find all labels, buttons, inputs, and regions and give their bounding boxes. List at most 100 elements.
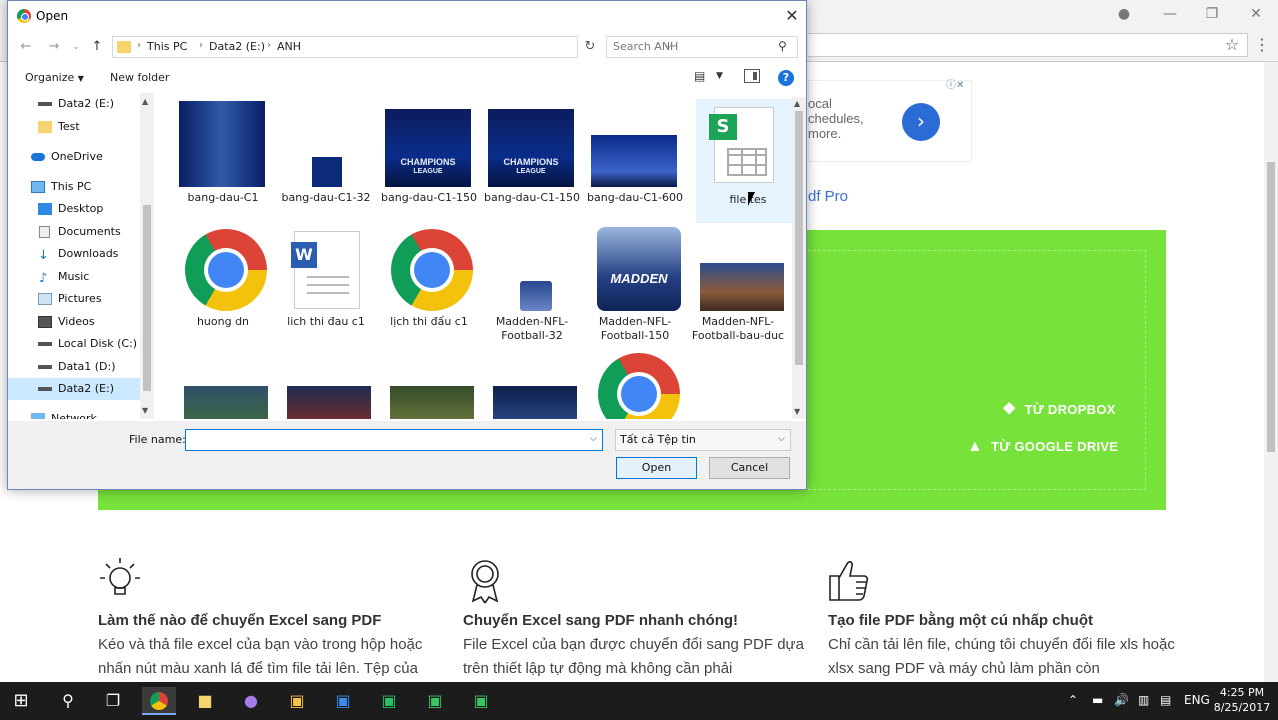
file-item[interactable]: Madden-NFL-Football-bau-duc	[686, 225, 786, 349]
close-icon[interactable]: ✕	[1244, 4, 1268, 24]
sidebar-item-pictures[interactable]: Pictures	[8, 288, 140, 310]
new-folder-button[interactable]: New folder	[110, 71, 169, 84]
pro-link[interactable]: df Pro	[808, 188, 848, 205]
chrome-icon[interactable]	[598, 353, 680, 419]
clock[interactable]: 4:25 PM 8/25/2017	[1212, 685, 1272, 715]
navigation-scrollbar[interactable]: ▲ ▼	[140, 93, 154, 419]
image-thumbnail[interactable]	[390, 386, 474, 419]
sidebar-item-network[interactable]: Network	[8, 408, 140, 419]
network-tray-icon[interactable]: ▥	[1138, 693, 1149, 707]
file-list-scrollbar[interactable]: ▲ ▼	[792, 97, 806, 419]
dialog-close-icon[interactable]: ✕	[780, 5, 804, 27]
dialog-title-bar[interactable]: Open ✕	[8, 1, 806, 31]
sidebar-item-label: Data2 (E:)	[58, 382, 114, 395]
dropbox-button[interactable]: ❖ TỪ DROPBOX	[1002, 399, 1116, 419]
image-thumbnail[interactable]	[287, 386, 371, 419]
address-bar[interactable]	[808, 33, 1248, 57]
image-thumbnail: MADDEN	[597, 227, 681, 311]
sidebar-item-label: OneDrive	[51, 150, 103, 163]
task-view-icon[interactable]: ❐	[96, 687, 130, 715]
cancel-button[interactable]: Cancel	[709, 457, 790, 479]
battery-icon[interactable]: ▬	[1092, 693, 1103, 707]
file-item[interactable]: MADDEN Madden-NFL-Football-150	[583, 225, 683, 349]
sidebar-item-data2-e[interactable]: Data2 (E:)	[8, 378, 140, 400]
file-item[interactable]: bang-dau-C1-32	[274, 97, 374, 221]
file-item[interactable]: bang-dau-C1-600	[583, 97, 683, 221]
spreadsheet-app-icon[interactable]: ▣	[372, 687, 406, 715]
sidebar-item-local-disk-c[interactable]: Local Disk (C:)	[8, 333, 140, 355]
view-chevron-down-icon[interactable]: ▼	[716, 71, 723, 81]
sidebar-item-label: Network	[51, 412, 97, 419]
google-drive-button[interactable]: ▲ TỪ GOOGLE DRIVE	[967, 438, 1118, 456]
file-type-dropdown-icon[interactable]: ⌵	[778, 434, 785, 444]
breadcrumb-data2[interactable]: Data2 (E:)	[209, 40, 265, 53]
restore-icon[interactable]: ❐	[1200, 4, 1224, 24]
file-item[interactable]: huong dn	[171, 225, 271, 349]
language-indicator[interactable]: ENG	[1184, 693, 1210, 707]
page-scrollbar[interactable]	[1264, 62, 1278, 682]
sidebar-item-this-pc[interactable]: This PC	[8, 176, 140, 198]
sidebar-item-data1-d[interactable]: Data1 (D:)	[8, 356, 140, 378]
clock-date: 8/25/2017	[1213, 701, 1271, 714]
file-name-dropdown-icon[interactable]: ⌵	[590, 434, 597, 444]
file-type-select[interactable]: Tất cả Tệp tin	[615, 429, 791, 451]
search-icon[interactable]: ⚲	[51, 687, 85, 715]
organize-menu[interactable]: Organize ▼	[25, 71, 84, 84]
file-item[interactable]: CHAMPIONS LEAGUE bang-dau-C1-150	[480, 97, 580, 221]
file-name-input[interactable]	[185, 429, 603, 451]
file-item[interactable]: Madden-NFL-Football-32	[480, 225, 580, 349]
sidebar-item-documents[interactable]: Documents	[8, 221, 140, 243]
open-button[interactable]: Open	[616, 457, 697, 479]
tray-chevron-icon[interactable]: ⌃	[1068, 693, 1078, 707]
notifications-icon[interactable]: ▤	[1160, 693, 1171, 707]
cloud-icon	[31, 153, 45, 161]
up-arrow-icon[interactable]: ↑	[87, 37, 107, 57]
sidebar-item-test[interactable]: Test	[8, 116, 140, 138]
file-item[interactable]: S file tes	[696, 99, 792, 223]
sidebar-item-data2-top[interactable]: Data2 (E:)	[8, 93, 140, 115]
file-item[interactable]: CHAMPIONS LEAGUE bang-dau-C1-150	[377, 97, 477, 221]
file-item[interactable]: lịch thi đấu c1	[377, 225, 477, 349]
word-w-icon: W	[291, 242, 317, 268]
volume-icon[interactable]: 🔊	[1114, 693, 1129, 707]
minimize-icon[interactable]: —	[1158, 4, 1182, 24]
view-options-icon[interactable]: ▤	[694, 69, 705, 83]
back-arrow-icon[interactable]: ←	[16, 37, 36, 57]
breadcrumb-this-pc[interactable]: This PC	[147, 40, 187, 53]
bookmark-star-icon[interactable]: ☆	[1222, 35, 1242, 55]
start-windows-icon[interactable]: ⊞	[4, 687, 38, 715]
thumbnail-text: CHAMPIONS	[400, 157, 456, 167]
spreadsheet-s-icon: S	[709, 114, 737, 140]
ad-arrow-icon[interactable]: ›	[902, 103, 940, 141]
camtasia-icon[interactable]: ▣	[418, 687, 452, 715]
sidebar-item-videos[interactable]: Videos	[8, 311, 140, 333]
word-icon[interactable]: ▣	[326, 687, 360, 715]
file-item[interactable]: bang-dau-C1	[171, 97, 271, 221]
camtasia-recorder-icon[interactable]: ▣	[464, 687, 498, 715]
image-thumbnail[interactable]	[184, 386, 268, 419]
sidebar-item-downloads[interactable]: ↓ Downloads	[8, 243, 140, 265]
file-item[interactable]: W lich thi đau c1	[274, 225, 374, 349]
file-explorer-icon[interactable]: ▣	[280, 687, 314, 715]
profile-icon[interactable]: ●	[1112, 4, 1136, 24]
sidebar-item-desktop[interactable]: Desktop	[8, 198, 140, 220]
ad-close-icon[interactable]: ⓘ✕	[946, 80, 972, 92]
preview-pane-icon[interactable]	[744, 69, 760, 83]
breadcrumb-anh[interactable]: ANH	[277, 40, 301, 53]
sidebar-item-music[interactable]: ♪ Music	[8, 266, 140, 288]
help-icon[interactable]: ?	[778, 70, 794, 86]
recent-chevron-icon[interactable]: ⌄	[66, 37, 86, 57]
sidebar-item-label: Data1 (D:)	[58, 360, 116, 373]
search-icon[interactable]: ⚲	[778, 39, 787, 53]
browser-menu-icon[interactable]: ⋮	[1254, 35, 1270, 55]
breadcrumb[interactable]: › This PC › Data2 (E:) › ANH ⌵	[112, 36, 673, 58]
file-explorer-folder-icon[interactable]: ■	[188, 687, 222, 715]
chrome-taskbar-icon[interactable]	[142, 687, 176, 715]
viber-icon[interactable]: ●	[234, 687, 268, 715]
chrome-icon	[17, 9, 31, 23]
refresh-icon[interactable]: ↻	[580, 37, 600, 57]
sidebar-item-onedrive[interactable]: OneDrive	[8, 146, 140, 168]
image-thumbnail[interactable]	[493, 386, 577, 419]
search-input[interactable]: Search ANH	[606, 36, 798, 58]
forward-arrow-icon[interactable]: →	[44, 37, 64, 57]
